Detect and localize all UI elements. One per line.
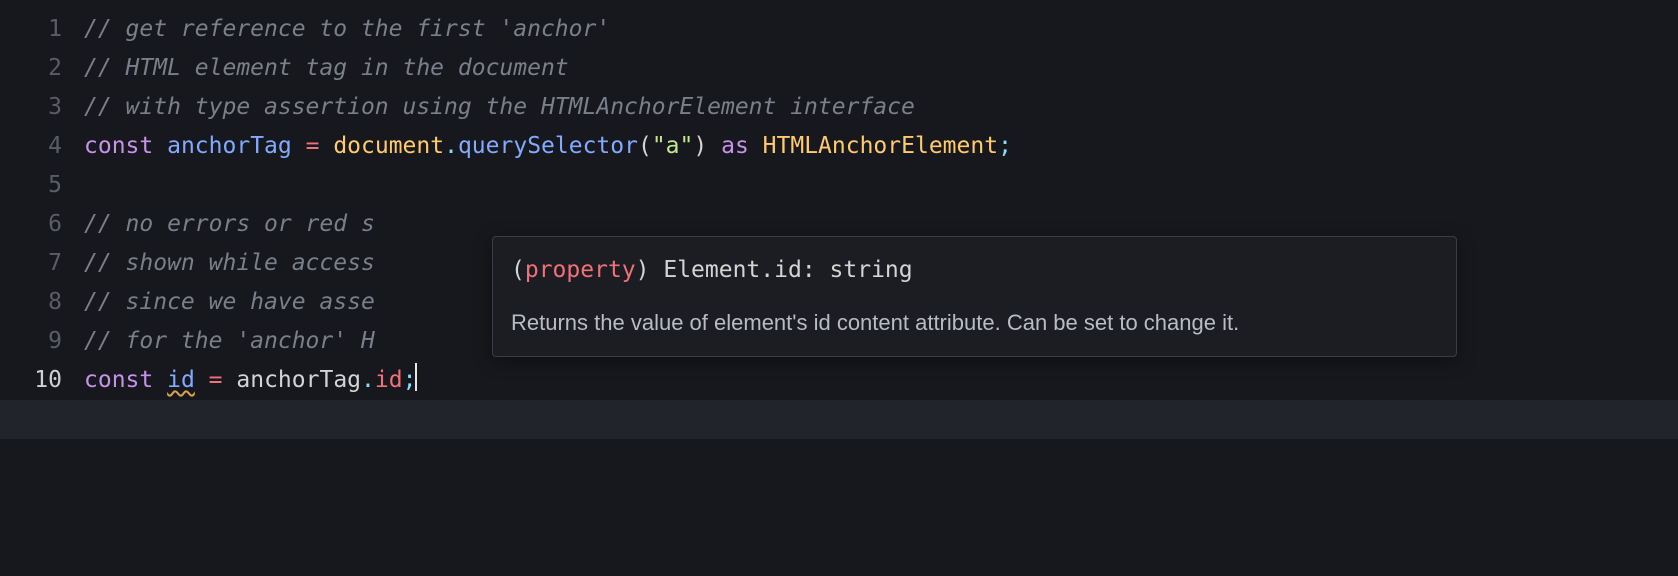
code-line[interactable]: // with type assertion using the HTMLAnc… (84, 88, 1678, 127)
code-line[interactable]: // get reference to the first 'anchor' (84, 10, 1678, 49)
token-keyword: const (84, 133, 153, 159)
line-number: 5 (0, 166, 62, 205)
token-space (292, 133, 306, 159)
sig-kind: property (525, 257, 636, 283)
token-type: HTMLAnchorElement (763, 133, 998, 159)
line-number: 2 (0, 49, 62, 88)
hover-tooltip[interactable]: (property) Element.id: string Returns th… (492, 236, 1457, 357)
line-number-gutter: 1 2 3 4 5 6 7 8 9 10 (0, 10, 70, 400)
line-number: 4 (0, 127, 62, 166)
token-space (153, 133, 167, 159)
token-identifier: anchorTag (236, 367, 361, 393)
token-comment: // since we have asse (84, 289, 375, 315)
token-comment: // no errors or red s (84, 211, 375, 237)
hover-documentation: Returns the value of element's id conten… (511, 306, 1438, 340)
sig-paren: ) (636, 257, 664, 283)
line-number: 8 (0, 283, 62, 322)
token-space (749, 133, 763, 159)
token-semicolon: ; (403, 367, 417, 393)
code-line-current[interactable]: const id = anchorTag.id; (84, 361, 1678, 400)
token-dot: . (361, 367, 375, 393)
hover-signature: (property) Element.id: string (511, 251, 1438, 290)
token-operator: = (306, 133, 320, 159)
line-number: 9 (0, 322, 62, 361)
token-space (707, 133, 721, 159)
sig-type: string (830, 257, 913, 283)
sig-paren: ( (511, 257, 525, 283)
line-number: 3 (0, 88, 62, 127)
token-comment: // HTML element tag in the document (84, 55, 569, 81)
token-comment: // shown while access (84, 250, 375, 276)
token-space (195, 367, 209, 393)
token-comment: // get reference to the first 'anchor' (84, 16, 610, 42)
token-operator: = (209, 367, 223, 393)
token-paren: ( (638, 133, 652, 159)
token-function: querySelector (458, 133, 638, 159)
token-space (153, 367, 167, 393)
code-line[interactable] (84, 166, 1678, 205)
token-keyword: as (721, 133, 749, 159)
token-keyword: const (84, 367, 153, 393)
current-line-highlight (0, 400, 1678, 439)
code-line[interactable]: // HTML element tag in the document (84, 49, 1678, 88)
token-space (223, 367, 237, 393)
token-property: id (375, 367, 403, 393)
cursor (415, 363, 417, 391)
token-space (319, 133, 333, 159)
line-number: 1 (0, 10, 62, 49)
token-paren: ) (693, 133, 707, 159)
token-identifier: anchorTag (167, 133, 292, 159)
sig-identifier: id (774, 257, 802, 283)
token-dot: . (444, 133, 458, 159)
token-semicolon: ; (998, 133, 1012, 159)
line-number: 6 (0, 205, 62, 244)
token-string: "a" (652, 133, 694, 159)
token-identifier-warning: id (167, 367, 195, 393)
line-number-current: 10 (0, 361, 62, 400)
token-object: document (333, 133, 444, 159)
line-number: 7 (0, 244, 62, 283)
sig-colon: : (802, 257, 830, 283)
sig-qualifier: Element. (663, 257, 774, 283)
token-comment: // with type assertion using the HTMLAnc… (84, 94, 915, 120)
code-line[interactable]: const anchorTag = document.querySelector… (84, 127, 1678, 166)
token-comment: // for the 'anchor' H (84, 328, 375, 354)
